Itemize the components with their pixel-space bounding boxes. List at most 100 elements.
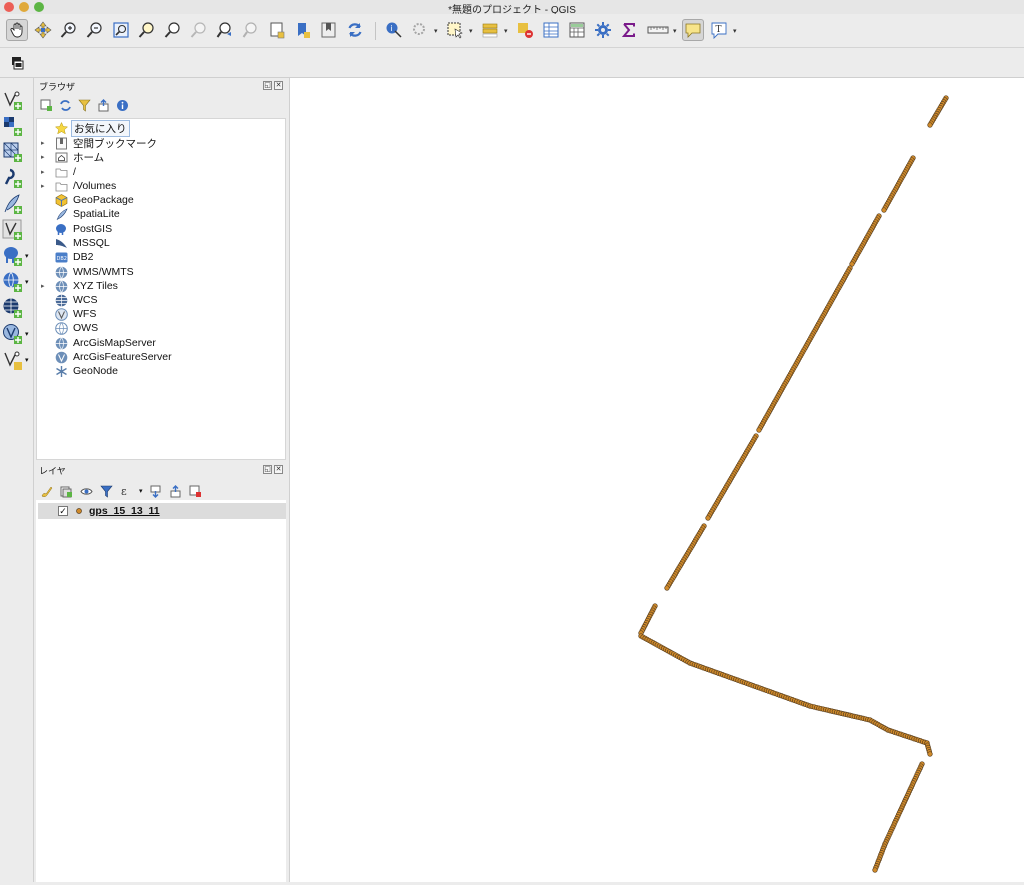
select-features-button[interactable] — [444, 19, 466, 41]
pan-to-selection-button[interactable] — [32, 19, 54, 41]
browser-item-db2[interactable]: DB2 DB2 — [37, 250, 285, 264]
remove-layer-button[interactable] — [189, 484, 203, 498]
wms-dropdown[interactable]: ▾ — [25, 278, 29, 286]
filter-by-expression-button[interactable]: ε — [119, 484, 133, 498]
browser-close-button[interactable]: ✕ — [274, 81, 283, 90]
add-spatialite-button[interactable] — [0, 192, 34, 216]
refresh-browser-button[interactable] — [58, 98, 72, 112]
expand-arrow[interactable]: ▸ — [41, 182, 45, 190]
new-map-view-button[interactable] — [266, 19, 288, 41]
browser-item-spatial-bookmarks[interactable]: ▸ 空間ブックマーク — [37, 136, 285, 150]
layers-float-button[interactable]: ◱ — [263, 465, 272, 474]
browser-item-geonode[interactable]: GeoNode — [37, 364, 285, 378]
run-feature-action-button[interactable] — [409, 19, 431, 41]
zoom-next-icon — [242, 22, 257, 38]
browser-item-wcs[interactable]: WCS — [37, 293, 285, 307]
field-calculator-button[interactable] — [566, 19, 588, 41]
expand-arrow[interactable]: ▸ — [41, 168, 45, 176]
folder-icon — [55, 182, 68, 191]
text-annotation-button[interactable]: T — [708, 19, 730, 41]
feature-action-dropdown[interactable]: ▾ — [434, 27, 438, 35]
expand-arrow[interactable]: ▸ — [41, 153, 45, 161]
collapse-all-layers-button[interactable] — [169, 484, 183, 498]
mssql-icon — [56, 238, 67, 248]
zoom-to-layer-button[interactable] — [162, 19, 184, 41]
browser-item-wfs[interactable]: WFS — [37, 307, 285, 321]
filter-browser-button[interactable] — [77, 98, 91, 112]
browser-item-label: MSSQL — [73, 237, 110, 249]
star-icon — [55, 121, 68, 134]
expand-arrow[interactable]: ▸ — [41, 139, 45, 147]
add-postgis-button[interactable]: ▾ — [0, 244, 34, 268]
new-layer-dropdown[interactable]: ▾ — [25, 356, 29, 364]
statistics-summary-button[interactable] — [618, 19, 640, 41]
add-wcs-button[interactable] — [0, 296, 34, 320]
zoom-in-button[interactable] — [58, 19, 80, 41]
browser-item-spatialite[interactable]: SpatiaLite — [37, 207, 285, 221]
zoom-out-button[interactable] — [84, 19, 106, 41]
expression-dropdown[interactable]: ▾ — [139, 487, 143, 495]
manage-map-themes-button[interactable] — [79, 484, 93, 498]
browser-item-favorites[interactable]: お気に入り — [37, 119, 285, 137]
expand-all-button[interactable] — [149, 484, 163, 498]
zoom-full-button[interactable] — [110, 19, 132, 41]
select-by-value-dropdown[interactable]: ▾ — [504, 27, 508, 35]
add-raster-layer-button[interactable] — [0, 114, 34, 138]
browser-item-mssql[interactable]: MSSQL — [37, 236, 285, 250]
browser-item-root[interactable]: ▸ / — [37, 165, 285, 179]
browser-item-geopackage[interactable]: GeoPackage — [37, 193, 285, 207]
add-delimited-text-button[interactable] — [0, 166, 34, 190]
measure-dropdown[interactable]: ▾ — [673, 27, 677, 35]
add-layer-button[interactable] — [39, 98, 53, 112]
annotation-dropdown[interactable]: ▾ — [733, 27, 737, 35]
browser-item-volumes[interactable]: ▸ /Volumes — [37, 179, 285, 193]
new-bookmark-button[interactable] — [292, 19, 314, 41]
remove-layer-icon — [189, 485, 202, 497]
browser-item-arcgis-map-server[interactable]: ArcGisMapServer — [37, 336, 285, 350]
browser-item-wms-wmts[interactable]: WMS/WMTS — [37, 265, 285, 279]
select-by-value-button[interactable] — [479, 19, 501, 41]
filter-legend-button[interactable] — [99, 484, 113, 498]
select-dropdown[interactable]: ▾ — [469, 27, 473, 35]
add-mesh-layer-button[interactable] — [0, 140, 34, 164]
browser-item-ows[interactable]: OWS — [37, 321, 285, 335]
refresh-button[interactable] — [344, 19, 366, 41]
raster-add-icon — [4, 117, 22, 136]
map-tips-button[interactable] — [682, 19, 704, 41]
add-group-button[interactable] — [59, 484, 73, 498]
new-shapefile-button[interactable]: ▾ — [0, 348, 34, 372]
zoom-next-button[interactable] — [240, 19, 262, 41]
browser-float-button[interactable]: ◱ — [263, 81, 272, 90]
map-canvas[interactable] — [289, 78, 1024, 882]
collapse-all-button[interactable] — [96, 98, 110, 112]
python-console-button[interactable] — [6, 52, 28, 74]
zoom-to-selection-button[interactable] — [136, 19, 158, 41]
add-wms-button[interactable]: ▾ — [0, 270, 34, 294]
pan-map-button[interactable] — [6, 19, 28, 41]
add-vector-layer-button[interactable] — [0, 88, 34, 112]
zoom-last-button[interactable] — [214, 19, 236, 41]
collapse-icon — [98, 98, 108, 111]
deselect-all-button[interactable] — [514, 19, 536, 41]
postgis-dropdown[interactable]: ▾ — [25, 252, 29, 260]
open-layer-styling-button[interactable] — [39, 484, 53, 498]
layers-close-button[interactable]: ✕ — [274, 465, 283, 474]
add-wfs-button[interactable]: ▾ — [0, 322, 34, 346]
browser-item-postgis[interactable]: PostGIS — [37, 222, 285, 236]
browser-item-home[interactable]: ▸ ホーム — [37, 150, 285, 164]
show-bookmarks-button[interactable] — [318, 19, 340, 41]
attribute-table-button[interactable] — [540, 19, 562, 41]
add-virtual-layer-button[interactable] — [0, 218, 34, 242]
wfs-dropdown[interactable]: ▾ — [25, 330, 29, 338]
browser-item-arcgis-feature-server[interactable]: ArcGisFeatureServer — [37, 350, 285, 364]
measure-line-button[interactable] — [644, 19, 672, 41]
layer-item[interactable]: ✓ gps_15_13_11 — [38, 503, 286, 519]
expand-arrow[interactable]: ▸ — [41, 282, 45, 290]
properties-button[interactable] — [115, 98, 129, 112]
processing-toolbox-button[interactable] — [592, 19, 614, 41]
identify-features-button[interactable]: i — [383, 19, 405, 41]
layer-visibility-checkbox[interactable]: ✓ — [58, 506, 68, 516]
zoom-native-button[interactable] — [188, 19, 210, 41]
eye-icon — [79, 487, 93, 495]
browser-item-xyz-tiles[interactable]: ▸ XYZ Tiles — [37, 279, 285, 293]
